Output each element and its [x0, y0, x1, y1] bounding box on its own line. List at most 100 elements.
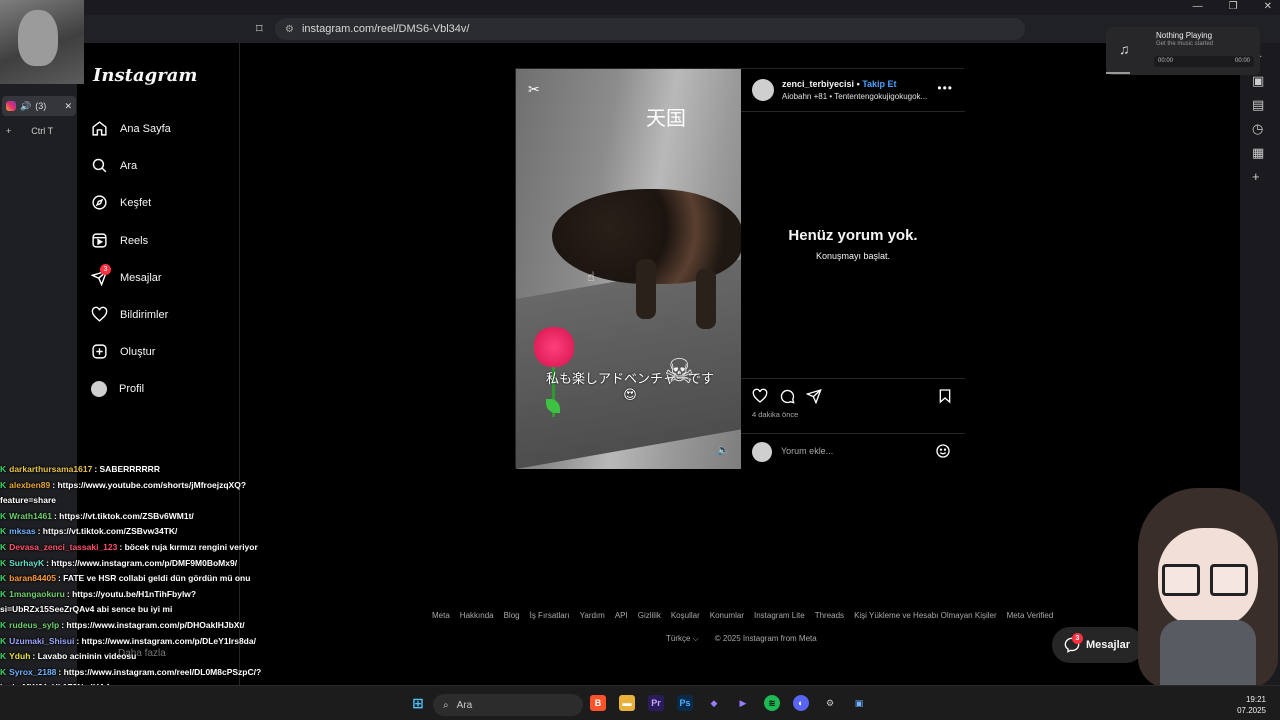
chat-username[interactable]: alexben89 — [9, 480, 50, 490]
chat-username[interactable]: mksas — [9, 526, 35, 536]
share-send-icon[interactable] — [806, 388, 822, 404]
app-icon-blue[interactable]: ▣ — [851, 695, 867, 711]
chat-username[interactable]: Syrox_2188 — [9, 667, 56, 677]
url-text[interactable]: instagram.com/reel/DMS6-Vbl34v/ — [302, 23, 470, 35]
avatar[interactable] — [752, 79, 774, 101]
bookmark-icon[interactable]: ⌑ — [256, 21, 263, 37]
more-options-icon[interactable]: ••• — [937, 81, 953, 95]
kick-badge-icon: K — [0, 479, 7, 490]
emoji-icon[interactable] — [935, 443, 951, 459]
chat-message: K SurhayK: https://www.instagram.com/p/DM… — [0, 556, 300, 572]
nav-item-profile[interactable]: Profil — [91, 381, 144, 397]
app-icon[interactable]: ▶ — [735, 695, 751, 711]
chat-username[interactable]: 1mangaokuru — [9, 589, 65, 599]
media-progress-fill — [1106, 72, 1130, 74]
nav-item-search[interactable]: Ara — [91, 157, 137, 174]
reel-video[interactable]: ✂ 天国 ☠ 私も楽しアドベンチャーです😍 🔈 ☝ — [516, 69, 741, 469]
no-comments-title: Henüz yorum yok. — [788, 227, 918, 244]
speaker-icon[interactable]: 🔊 — [20, 101, 31, 112]
brave-browser-icon[interactable]: B — [590, 695, 606, 711]
chat-text: si=UbRZx15SeeZrQAv4 abi sence bu iyi mi — [0, 604, 173, 615]
close-icon[interactable]: ✕ — [1264, 1, 1272, 12]
file-explorer-icon[interactable]: ▬ — [619, 695, 635, 711]
footer-link[interactable]: Meta Verified — [1007, 611, 1054, 620]
like-heart-icon[interactable] — [752, 388, 768, 404]
comment-box: Yorum ekle... — [741, 433, 965, 470]
reels-icon — [92, 233, 107, 248]
comment-input[interactable]: Yorum ekle... — [781, 446, 833, 456]
premiere-pro-icon[interactable]: Pr — [648, 695, 664, 711]
obsidian-icon[interactable]: ◆ — [706, 695, 722, 711]
reading-list-icon[interactable]: ▦ — [1252, 145, 1264, 161]
chat-message: Kmksas: https://vt.tiktok.com/ZSBvw34TK/ — [0, 524, 300, 540]
volume-icon[interactable]: 🔈 — [717, 445, 729, 456]
taskbar-clock[interactable]: 19:21 07.2025 — [1237, 694, 1266, 716]
footer-link[interactable]: Konumlar — [710, 611, 744, 620]
nav-item-messages[interactable]: 3 Mesajlar — [90, 264, 162, 287]
tab-instagram[interactable]: 🔊 (3) ✕ — [2, 96, 76, 116]
window-controls: — ❐ ✕ — [1193, 1, 1272, 12]
footer-link[interactable]: Instagram Lite — [754, 611, 805, 620]
footer-link[interactable]: Kişi Yükleme ve Hesabı Olmayan Kişiler — [854, 611, 997, 620]
chat-message: K Syrox_2188: https://www.instagram.com/r… — [0, 665, 300, 681]
language-select[interactable]: Türkçe ⌵ — [666, 634, 699, 644]
footer-link[interactable]: Threads — [815, 611, 844, 620]
windows-start-icon[interactable]: ⊞ — [410, 695, 426, 711]
footer-link[interactable]: Koşullar — [671, 611, 700, 620]
save-bookmark-icon[interactable] — [937, 388, 953, 404]
video-caption-bottom: 私も楽しアドベンチャーです😍 — [545, 371, 715, 402]
media-subtitle: Get the music started — [1156, 41, 1214, 47]
comment-icon[interactable] — [779, 388, 795, 404]
footer-link[interactable]: Blog — [504, 611, 520, 620]
chat-text: feature=share — [0, 495, 56, 506]
chat-username[interactable]: Wrath1461 — [9, 511, 52, 521]
glasses-left — [1162, 564, 1200, 596]
instagram-logo[interactable]: Instagram — [93, 65, 197, 86]
chat-username[interactable]: Yduh — [9, 651, 30, 661]
footer-link[interactable]: Meta — [432, 611, 450, 620]
chat-text: : böcek ruja kırmızı rengini veriyor — [119, 541, 258, 552]
tab-close-icon[interactable]: ✕ — [64, 101, 72, 112]
discord-icon[interactable]: ◐ — [793, 695, 809, 711]
cat-leg — [636, 259, 656, 319]
footer-link[interactable]: Hakkında — [460, 611, 494, 620]
steam-icon[interactable]: ⚙ — [822, 695, 838, 711]
post-username[interactable]: zenci_terbiyecisi — [782, 79, 854, 89]
chat-message: Kdarkarthursama1617: SABERRRRRR — [0, 462, 300, 478]
nav-item-home[interactable]: Ana Sayfa — [91, 120, 171, 137]
chat-username[interactable]: Uzumaki_Shisui — [9, 636, 74, 646]
footer-link[interactable]: Gizlilik — [638, 611, 661, 620]
post-audio[interactable]: Aiobahn +81 • Tententengokujigokugok... — [782, 92, 927, 101]
footer-link[interactable]: Yardım — [580, 611, 605, 620]
chat-username[interactable]: baran84405 — [9, 573, 56, 583]
footer-link[interactable]: API — [615, 611, 628, 620]
nav-item-notifications[interactable]: Bildirimler — [91, 306, 168, 323]
media-progress[interactable]: 00:00 00:00 — [1154, 56, 1254, 67]
taskbar-search[interactable]: ⌕ Ara — [433, 694, 583, 716]
add-panel-icon[interactable]: + — [1252, 169, 1260, 184]
media-widget[interactable]: ♫ Nothing Playing Get the music started … — [1106, 27, 1260, 75]
compass-icon — [92, 195, 107, 210]
history-icon[interactable]: ◷ — [1252, 121, 1263, 137]
chat-username[interactable]: Devasa_zenci_tassaki_123 — [9, 542, 117, 552]
spotify-icon[interactable]: ≋ — [764, 695, 780, 711]
follow-button[interactable]: Takip Et — [862, 79, 896, 89]
minimize-icon[interactable]: — — [1193, 1, 1203, 12]
maximize-icon[interactable]: ❐ — [1229, 1, 1238, 12]
nav-item-create[interactable]: Oluştur — [91, 343, 155, 360]
cat-leg — [696, 269, 716, 329]
chat-message: Krudeus_sylp: https://www.instagram.com/… — [0, 618, 300, 634]
tabs-icon[interactable]: ▤ — [1252, 97, 1264, 113]
wallet-icon[interactable]: ▣ — [1252, 73, 1264, 89]
url-bar[interactable]: ⚙ instagram.com/reel/DMS6-Vbl34v/ — [275, 18, 1025, 40]
chat-username[interactable]: darkarthursama1617 — [9, 464, 92, 474]
nav-item-reels[interactable]: Reels — [91, 232, 148, 249]
photoshop-icon[interactable]: Ps — [677, 695, 693, 711]
site-settings-icon[interactable]: ⚙ — [285, 24, 294, 35]
chat-message: K Yduh: Lavabo acininin videosu — [0, 649, 300, 665]
chat-username[interactable]: SurhayK — [9, 558, 44, 568]
footer-link[interactable]: İş Fırsatları — [530, 611, 570, 620]
new-tab-button[interactable]: + Ctrl T — [6, 126, 53, 136]
chat-username[interactable]: rudeus_sylp — [9, 620, 59, 630]
nav-item-explore[interactable]: Keşfet — [91, 194, 151, 211]
